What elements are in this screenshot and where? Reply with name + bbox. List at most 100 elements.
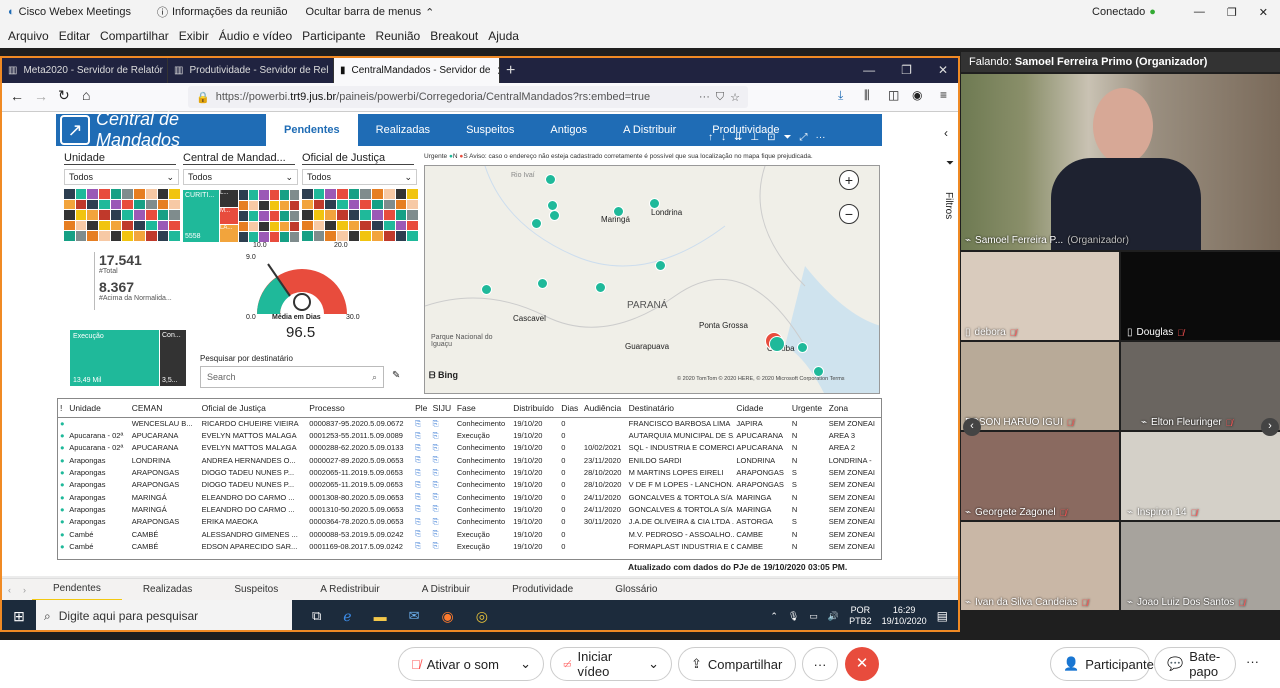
treemap-tile[interactable] (122, 220, 134, 231)
pocket-icon[interactable]: ⛉ (716, 91, 724, 104)
treemap-tile[interactable] (110, 231, 122, 241)
treemap-tile[interactable] (372, 210, 383, 220)
treemap-tile[interactable] (337, 199, 348, 210)
close-window-button[interactable]: ✕ (1259, 6, 1268, 19)
treemap-tile[interactable] (383, 220, 395, 231)
browser-minimize-button[interactable]: — (863, 63, 875, 77)
map-point[interactable] (481, 284, 492, 295)
bookmark-star-icon[interactable]: ☆ (730, 91, 740, 104)
treemap-tile[interactable] (239, 200, 249, 211)
back-icon[interactable]: ← (10, 88, 24, 104)
treemap-tile[interactable] (64, 210, 75, 220)
maximize-button[interactable]: ❐ (1227, 6, 1237, 19)
treemap-tile[interactable]: LA... (220, 225, 238, 243)
treemap-tile[interactable] (99, 199, 110, 210)
treemap-tile[interactable] (279, 211, 289, 221)
treemap-tile[interactable] (75, 210, 87, 220)
link-icon[interactable]: ⎘ (415, 480, 421, 489)
treemap-tile[interactable] (289, 200, 299, 211)
treemap-tile[interactable] (302, 210, 313, 220)
page-tab-suspeitos[interactable]: Suspeitos (213, 579, 299, 601)
treemap-tile[interactable] (360, 199, 372, 210)
hamburger-menu-icon[interactable]: ≡ (940, 88, 947, 102)
treemap-tile[interactable] (360, 210, 372, 220)
treemap-tile[interactable] (372, 231, 383, 241)
treemap-tile[interactable] (64, 220, 75, 231)
central-treemap[interactable]: CURITI... 5558 L... M... LA... (183, 190, 299, 243)
map-canvas[interactable]: Rio Ivaí Maringá Londrina PARANÁ Cascave… (424, 165, 880, 394)
expand-icon[interactable]: ⇊ (734, 132, 742, 143)
browser-tab-meta2020[interactable]: ▥Meta2020 - Servidor de Relatór✕ (2, 58, 168, 83)
link-icon[interactable]: ⎘ (433, 529, 439, 538)
menu-ajuda[interactable]: Ajuda (488, 29, 519, 43)
unidade-treemap[interactable] (64, 189, 180, 241)
tab-pendentes[interactable]: Pendentes (266, 114, 358, 146)
treemap-tile[interactable] (259, 221, 269, 232)
table-row[interactable]: ● Apucarana - 02ª APUCARANA EVELYN MATTOS M… (58, 442, 881, 454)
column-header[interactable]: Processo (307, 399, 414, 418)
treemap-tile[interactable] (157, 199, 169, 210)
treemap-tile[interactable]: L... (220, 190, 238, 207)
destinatario-search-input[interactable]: Search ⌕ (200, 366, 384, 388)
meeting-info-button[interactable]: ⓘ Informações da reunião (157, 4, 288, 20)
mail-icon[interactable]: ✉ (409, 608, 420, 624)
tab-realizadas[interactable]: Realizadas (358, 114, 448, 146)
oficial-dropdown[interactable]: Todos (302, 169, 417, 185)
menu-compartilhar[interactable]: Compartilhar (100, 29, 169, 43)
treemap-tile[interactable] (145, 231, 157, 241)
treemap-tile[interactable] (395, 189, 407, 199)
map-point[interactable] (595, 282, 606, 293)
video-tile-georgete[interactable]: ⌁ Georgete Zagonel 🎙̸ (961, 432, 1119, 520)
more-panels-icon[interactable]: ··· (1246, 654, 1259, 669)
treemap-tile[interactable] (64, 189, 75, 199)
map-point[interactable] (545, 174, 556, 185)
treemap-tile[interactable] (239, 211, 249, 221)
link-icon[interactable]: ⎘ (433, 455, 439, 464)
treemap-tile[interactable] (157, 210, 169, 220)
download-icon[interactable]: ⤓ (838, 88, 843, 103)
treemap-tile[interactable] (325, 189, 337, 199)
treemap-tile[interactable] (302, 220, 313, 231)
central-treemap-rest[interactable] (239, 190, 299, 242)
url-bar[interactable]: 🔒 https://powerbi.trt9.jus.br/paineis/po… (188, 86, 748, 108)
treemap-tile[interactable] (407, 199, 418, 210)
edge-icon[interactable]: ℯ (343, 608, 351, 625)
treemap-tile[interactable] (134, 210, 145, 220)
browser-tab-centralmandados[interactable]: ▮CentralMandados - Servidor de✕ (334, 58, 500, 83)
treemap-tile[interactable] (239, 190, 249, 200)
filter-icon[interactable]: ⏷ (784, 132, 792, 143)
treemap-tile[interactable] (239, 232, 249, 242)
treemap-tile[interactable] (337, 231, 348, 241)
link-icon[interactable]: ⎘ (433, 504, 439, 513)
tab-antigos[interactable]: Antigos (532, 114, 605, 146)
leave-meeting-button[interactable]: ✕ (845, 647, 879, 681)
treemap-tile[interactable] (87, 210, 99, 220)
page-tab-realizadas[interactable]: Realizadas (122, 579, 213, 601)
treemap-tile[interactable] (395, 231, 407, 241)
table-row[interactable]: ● Arapongas ARAPONGAS ERIKA MAEOKA 0000364-7… (58, 516, 881, 528)
treemap-tile[interactable] (134, 199, 145, 210)
unmute-button[interactable]: 🎙̸ Ativar o som ⌄ (398, 647, 544, 681)
column-header[interactable]: Audiência (581, 399, 627, 418)
treemap-tile[interactable]: M... (220, 207, 238, 225)
treemap-tile[interactable] (122, 231, 134, 241)
treemap-tile[interactable] (348, 220, 360, 231)
link-icon[interactable]: ⎘ (415, 443, 421, 452)
treemap-tile[interactable] (134, 231, 145, 241)
chat-button[interactable]: 💬 Bate-papo (1154, 647, 1236, 681)
treemap-tile[interactable] (325, 231, 337, 241)
video-tile-inspiron[interactable]: ⌁ Inspiron 14 🎙̸ (1121, 432, 1280, 520)
treemap-tile[interactable] (169, 231, 180, 241)
map-point[interactable] (613, 206, 624, 217)
treemap-tile[interactable] (395, 220, 407, 231)
link-icon[interactable]: ⎘ (433, 468, 439, 477)
treemap-tile[interactable] (87, 220, 99, 231)
treemap-tile[interactable] (249, 211, 259, 221)
home-icon[interactable]: ⌂ (82, 87, 90, 103)
column-header[interactable]: SIJU (430, 399, 455, 418)
fase-treemap[interactable]: Execução 13,49 Mil Con... 3,5... (70, 330, 186, 386)
treemap-tile[interactable] (383, 231, 395, 241)
treemap-tile[interactable] (145, 220, 157, 231)
menu-participante[interactable]: Participante (302, 29, 365, 43)
table-row[interactable]: ● Arapongas LONDRINA ANDREA HERNANDES O... 0… (58, 454, 881, 466)
